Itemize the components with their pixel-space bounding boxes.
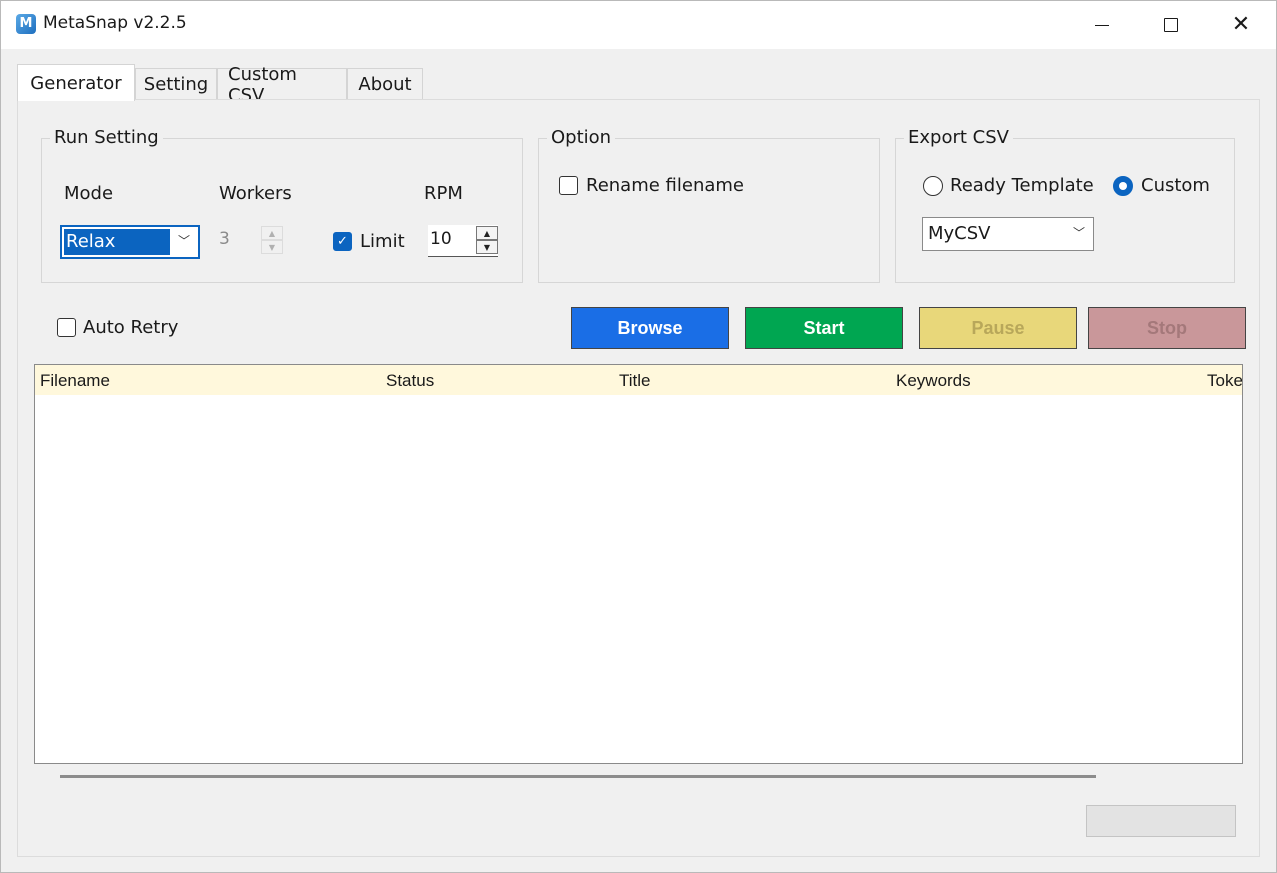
rpm-label: RPM: [424, 183, 463, 204]
column-header-keywords[interactable]: Keywords: [896, 371, 971, 391]
mode-select[interactable]: Relax ﹀: [60, 225, 200, 259]
maximize-icon: [1164, 18, 1178, 32]
tab-setting[interactable]: Setting: [135, 68, 217, 100]
column-header-tokens[interactable]: Toke: [1207, 371, 1242, 391]
minimize-button[interactable]: [1067, 1, 1137, 49]
pause-button[interactable]: Pause: [919, 307, 1077, 349]
title-bar: M MetaSnap v2.2.5 ✕: [1, 1, 1276, 49]
workers-label: Workers: [219, 183, 292, 204]
close-button[interactable]: ✕: [1206, 1, 1276, 49]
stepper-up-icon: ▲: [261, 226, 283, 240]
stop-button[interactable]: Stop: [1088, 307, 1246, 349]
browse-button[interactable]: Browse: [571, 307, 729, 349]
chevron-down-icon: ﹀: [177, 233, 190, 248]
csv-template-value: MyCSV: [928, 223, 991, 244]
tab-generator[interactable]: Generator: [17, 64, 135, 101]
custom-label: Custom: [1141, 175, 1210, 196]
run-setting-group: Run Setting Mode Workers RPM Relax ﹀ 3 ▲…: [41, 127, 523, 283]
column-header-filename[interactable]: Filename: [40, 371, 110, 391]
auto-retry-label: Auto Retry: [83, 317, 179, 338]
horizontal-scrollbar[interactable]: [60, 775, 1096, 778]
ready-template-radio[interactable]: [923, 176, 943, 196]
chevron-down-icon: ﹀: [1072, 225, 1085, 240]
csv-template-select[interactable]: MyCSV ﹀: [922, 217, 1094, 251]
workers-value: 3: [219, 229, 230, 249]
rpm-down-button[interactable]: ▼: [476, 240, 498, 254]
rpm-stepper[interactable]: 10 ▲ ▼: [428, 225, 498, 257]
tab-about[interactable]: About: [347, 68, 423, 100]
mode-label: Mode: [64, 183, 114, 204]
column-header-status[interactable]: Status: [386, 371, 434, 391]
rename-filename-label: Rename filename: [586, 175, 745, 196]
run-setting-title: Run Setting: [50, 127, 163, 148]
generator-panel: Run Setting Mode Workers RPM Relax ﹀ 3 ▲…: [17, 99, 1260, 857]
file-table[interactable]: Filename Status Title Keywords Toke: [34, 364, 1243, 764]
minimize-icon: [1095, 24, 1109, 26]
stepper-down-icon: ▼: [261, 240, 283, 254]
progress-box: [1086, 805, 1236, 837]
limit-label: Limit: [360, 231, 405, 252]
ready-template-label: Ready Template: [950, 175, 1094, 196]
export-csv-group: Export CSV Ready Template Custom MyCSV ﹀: [895, 127, 1235, 283]
option-title: Option: [547, 127, 616, 148]
maximize-button[interactable]: [1136, 1, 1206, 49]
custom-radio[interactable]: [1113, 176, 1133, 196]
app-logo-icon: M: [16, 14, 36, 34]
mode-value: Relax: [64, 229, 170, 255]
workers-stepper: 3 ▲ ▼: [217, 225, 283, 257]
tab-custom-csv[interactable]: Custom CSV: [217, 64, 347, 106]
window-title: MetaSnap v2.2.5: [43, 13, 187, 33]
table-header: Filename Status Title Keywords Toke: [35, 365, 1242, 395]
export-csv-title: Export CSV: [904, 127, 1013, 148]
limit-checkbox[interactable]: ✓: [333, 232, 352, 251]
option-group: Option Rename filename: [538, 127, 880, 283]
rename-filename-checkbox[interactable]: [559, 176, 578, 195]
start-button[interactable]: Start: [745, 307, 903, 349]
column-header-title[interactable]: Title: [619, 371, 651, 391]
rpm-up-button[interactable]: ▲: [476, 226, 498, 240]
auto-retry-checkbox[interactable]: [57, 318, 76, 337]
rpm-value: 10: [430, 229, 452, 249]
app-window: M MetaSnap v2.2.5 ✕ Generator Setting Cu…: [0, 0, 1277, 873]
close-icon: ✕: [1231, 12, 1251, 37]
